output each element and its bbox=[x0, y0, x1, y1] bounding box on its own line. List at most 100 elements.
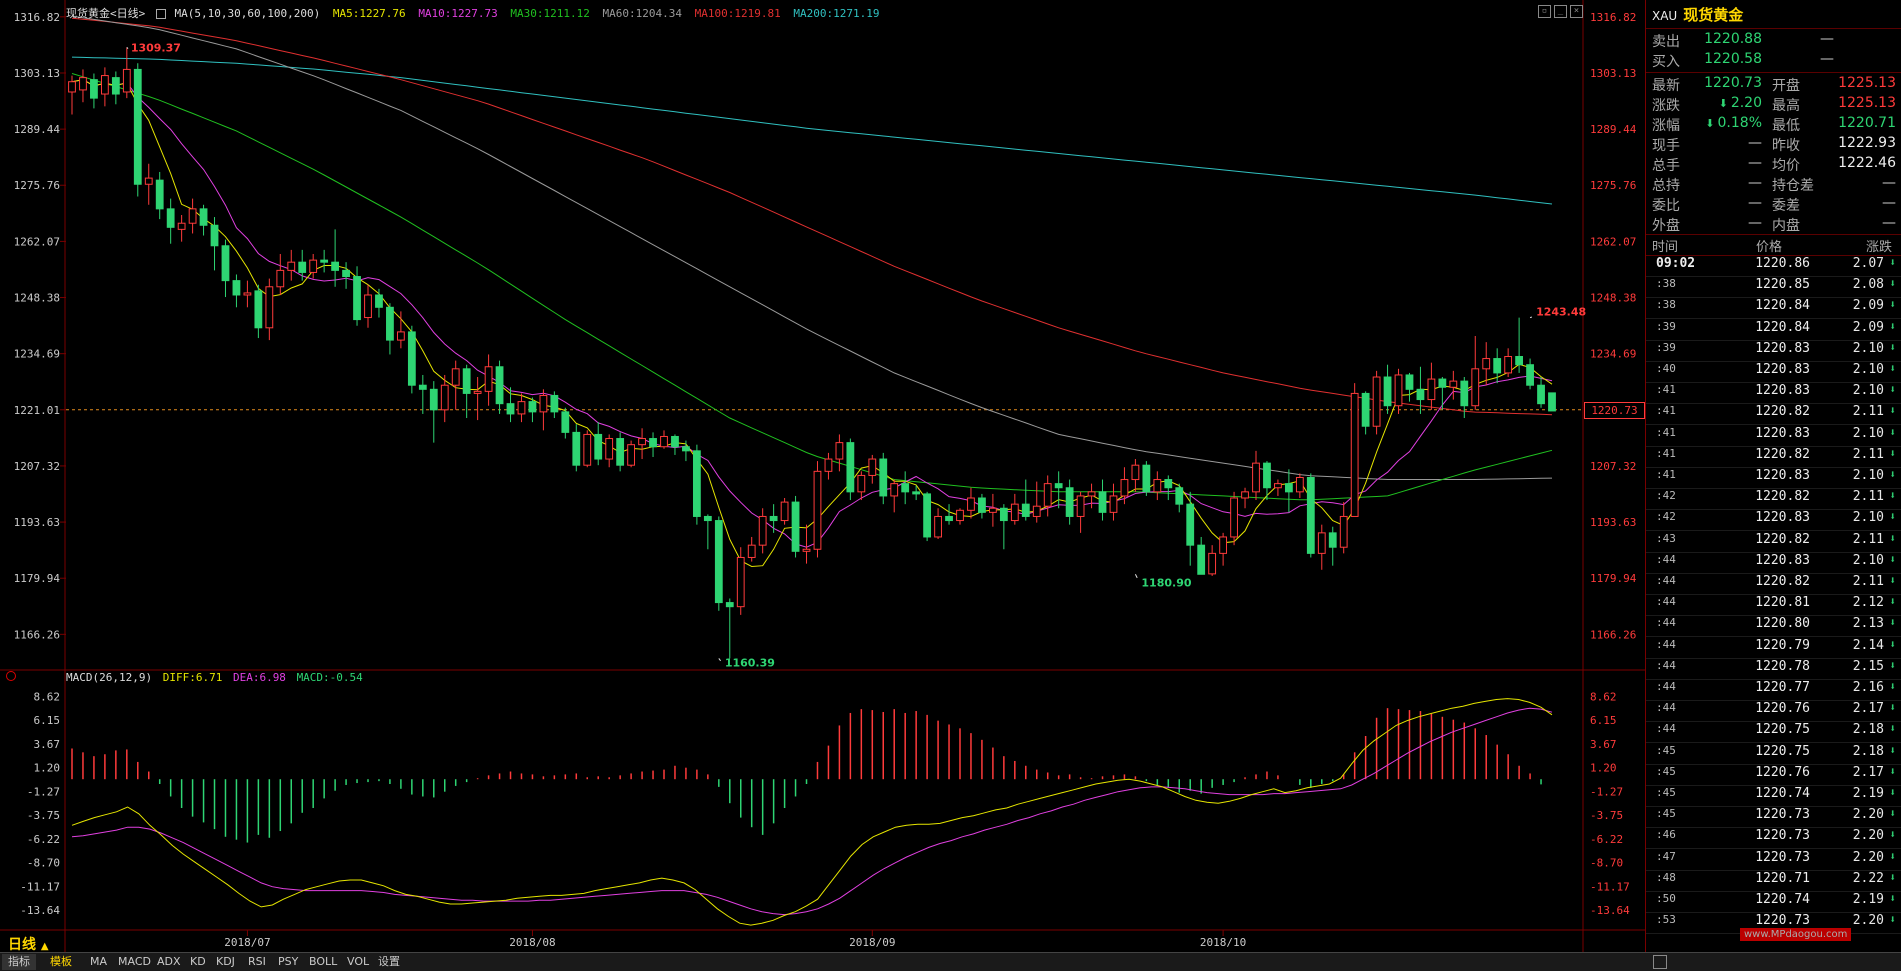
ticks-header-time: 时间 bbox=[1652, 240, 1679, 255]
candle-body bbox=[111, 77, 120, 95]
window-close-icon[interactable]: × bbox=[1570, 5, 1583, 18]
candle-body bbox=[1504, 356, 1513, 374]
tick-row[interactable]: :50 1220.74 2.19 ⬇ bbox=[1646, 892, 1901, 913]
tick-row[interactable]: :44 1220.77 2.16 ⬇ bbox=[1646, 680, 1901, 701]
down-arrow-icon: ⬇ bbox=[1889, 552, 1896, 566]
tick-row[interactable]: :44 1220.78 2.15 ⬇ bbox=[1646, 659, 1901, 680]
tick-row[interactable]: :44 1220.75 2.18 ⬇ bbox=[1646, 722, 1901, 744]
tick-row[interactable]: :41 1220.83 2.10 ⬇ bbox=[1646, 426, 1901, 447]
candle-body bbox=[232, 280, 241, 296]
candle-body bbox=[1274, 483, 1282, 489]
tick-time: :47 bbox=[1656, 849, 1676, 863]
quote-label: 委比 bbox=[1652, 198, 1680, 214]
tick-price: 1220.82 bbox=[1755, 404, 1810, 420]
tick-row[interactable]: :39 1220.84 2.09 ⬇ bbox=[1646, 320, 1901, 341]
tick-row[interactable]: :46 1220.73 2.20 ⬇ bbox=[1646, 828, 1901, 850]
price-axis-label-left: 1303.13 bbox=[14, 67, 60, 80]
candle-body bbox=[1482, 358, 1491, 370]
tick-row[interactable]: :41 1220.82 2.11 ⬇ bbox=[1646, 404, 1901, 426]
tick-row[interactable]: :42 1220.83 2.10 ⬇ bbox=[1646, 510, 1901, 532]
macd-label: MACD(26,12,9) bbox=[66, 671, 153, 684]
tab-ma[interactable]: MA bbox=[84, 954, 113, 970]
tick-time: :50 bbox=[1656, 892, 1676, 905]
period-label[interactable]: 日线 ▲ bbox=[8, 934, 49, 954]
tick-time: :43 bbox=[1656, 531, 1676, 545]
candle-body bbox=[1284, 483, 1293, 493]
tick-price: 1220.83 bbox=[1755, 552, 1810, 568]
tick-row[interactable]: :44 1220.79 2.14 ⬇ bbox=[1646, 638, 1901, 659]
candle-body bbox=[714, 520, 723, 604]
candle-body bbox=[418, 384, 427, 390]
tick-row[interactable]: :45 1220.74 2.19 ⬇ bbox=[1646, 786, 1901, 807]
candle-body bbox=[309, 259, 318, 273]
candle-body bbox=[1120, 479, 1129, 497]
tab-psy[interactable]: PSY bbox=[272, 954, 304, 970]
tick-row[interactable]: :44 1220.80 2.13 ⬇ bbox=[1646, 616, 1901, 638]
tick-row[interactable]: 09:02 1220.86 2.07 ⬇ bbox=[1646, 256, 1901, 277]
price-axis-label-right: 1179.94 bbox=[1590, 572, 1637, 585]
tick-row[interactable]: :45 1220.73 2.20 ⬇ bbox=[1646, 807, 1901, 829]
tick-row[interactable]: :41 1220.83 2.10 ⬇ bbox=[1646, 468, 1901, 489]
tab-template[interactable]: 模板 bbox=[44, 954, 78, 970]
candle-body bbox=[166, 208, 175, 228]
tick-row[interactable]: :42 1220.82 2.11 ⬇ bbox=[1646, 489, 1901, 511]
quote-value: — bbox=[1882, 195, 1896, 211]
candle-body bbox=[1109, 495, 1118, 513]
tick-row[interactable]: :41 1220.83 2.10 ⬇ bbox=[1646, 383, 1901, 405]
candle-body bbox=[1054, 483, 1063, 489]
candle-body bbox=[1416, 388, 1425, 401]
price-chart[interactable]: 1316.82 1316.82 1303.13 1303.13 1289.44 1289.… bbox=[0, 0, 1645, 970]
annotation-low-sept: 1180.90 bbox=[1141, 576, 1191, 589]
candle-body bbox=[462, 368, 471, 394]
sell-label: 卖出 bbox=[1652, 34, 1680, 50]
price-axis-label-left: 1275.76 bbox=[14, 179, 60, 192]
tick-row[interactable]: :40 1220.83 2.10 ⬇ bbox=[1646, 362, 1901, 383]
tick-row[interactable]: :44 1220.82 2.11 ⬇ bbox=[1646, 574, 1901, 595]
tick-row[interactable]: :41 1220.82 2.11 ⬇ bbox=[1646, 447, 1901, 468]
tab-boll[interactable]: BOLL bbox=[303, 954, 343, 970]
tick-price: 1220.75 bbox=[1755, 743, 1810, 759]
candle-body bbox=[638, 438, 646, 446]
quote-panel-footer bbox=[1645, 952, 1901, 971]
tick-row[interactable]: :44 1220.81 2.12 ⬇ bbox=[1646, 595, 1901, 617]
tick-row[interactable]: :38 1220.84 2.09 ⬇ bbox=[1646, 298, 1901, 320]
tick-row[interactable]: :45 1220.76 2.17 ⬇ bbox=[1646, 765, 1901, 786]
price-axis-label-right: 1193.63 bbox=[1590, 516, 1636, 529]
tick-price: 1220.73 bbox=[1755, 849, 1810, 865]
candle-body bbox=[791, 501, 800, 552]
tick-row[interactable]: :39 1220.83 2.10 ⬇ bbox=[1646, 341, 1901, 362]
tab-kdj[interactable]: KDJ bbox=[210, 954, 241, 970]
tick-change: 2.19 bbox=[1852, 786, 1884, 801]
window-minimize-icon[interactable]: _ bbox=[1554, 5, 1567, 18]
macd-settings-icon[interactable] bbox=[6, 671, 16, 681]
quote-value: — bbox=[1748, 155, 1762, 171]
quote-value-text: — bbox=[1748, 195, 1762, 211]
tick-change: 2.20 bbox=[1852, 807, 1884, 823]
window-restore-icon[interactable]: ▫ bbox=[1538, 5, 1551, 18]
candle-body bbox=[747, 544, 756, 558]
tick-row[interactable]: :38 1220.85 2.08 ⬇ bbox=[1646, 277, 1901, 299]
tab-kd[interactable]: KD bbox=[184, 954, 212, 970]
tab-indicator[interactable]: 指标 bbox=[2, 954, 36, 970]
price-axis-label-left: 1179.94 bbox=[14, 572, 61, 585]
tab-adx[interactable]: ADX bbox=[151, 954, 187, 970]
candle-body bbox=[210, 224, 219, 247]
tab-settings[interactable]: 设置 bbox=[372, 954, 406, 970]
tick-row[interactable]: :44 1220.83 2.10 ⬇ bbox=[1646, 553, 1901, 574]
down-arrow-icon: ⬇ bbox=[1889, 446, 1896, 460]
tick-row[interactable]: :44 1220.76 2.17 ⬇ bbox=[1646, 701, 1901, 723]
tab-vol[interactable]: VOL bbox=[341, 954, 375, 970]
quote-label: 内盘 bbox=[1772, 218, 1800, 234]
tick-row[interactable]: :43 1220.82 2.11 ⬇ bbox=[1646, 532, 1901, 553]
ma-checkbox-icon[interactable] bbox=[155, 9, 166, 19]
tick-row[interactable]: :47 1220.73 2.20 ⬇ bbox=[1646, 850, 1901, 871]
tab-rsi[interactable]: RSI bbox=[242, 954, 272, 970]
panel-footer-icon[interactable] bbox=[1653, 955, 1667, 969]
tick-time: :41 bbox=[1656, 383, 1676, 397]
candle-body bbox=[1241, 491, 1249, 499]
candle-body bbox=[988, 507, 997, 513]
tick-row[interactable]: :48 1220.71 2.22 ⬇ bbox=[1646, 871, 1901, 892]
tick-row[interactable]: :45 1220.75 2.18 ⬇ bbox=[1646, 744, 1901, 765]
price-axis-label-right: 1248.38 bbox=[1590, 292, 1636, 305]
candle-body bbox=[1295, 476, 1304, 493]
